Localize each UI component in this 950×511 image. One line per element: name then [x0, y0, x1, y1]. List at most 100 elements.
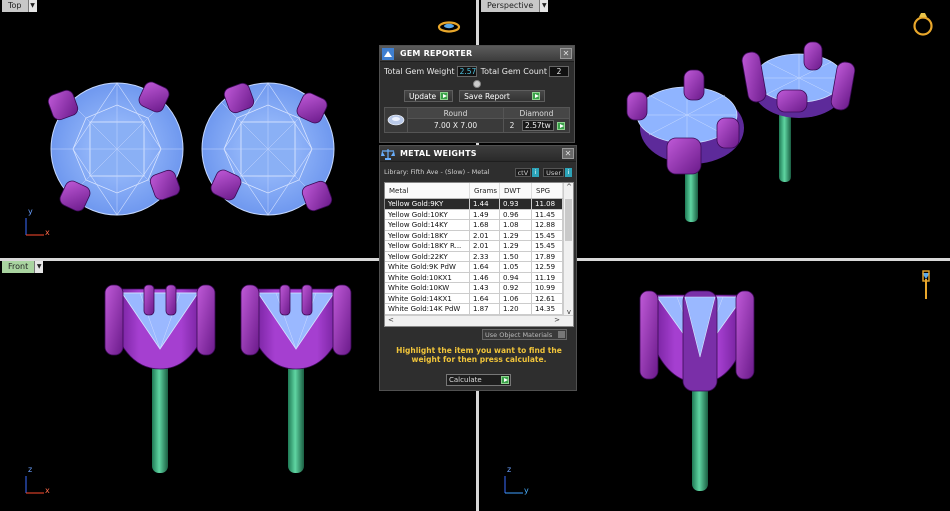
metal-name-cell: Yellow Gold:14KY: [385, 220, 470, 230]
calculate-button[interactable]: Calculate: [446, 374, 511, 386]
update-button[interactable]: Update: [404, 90, 454, 102]
axis-label-v: z: [28, 465, 33, 474]
column-header-dwt[interactable]: DWT: [500, 183, 532, 198]
scroll-right-icon[interactable]: >: [554, 316, 560, 324]
metal-weights-title: METAL WEIGHTS: [400, 149, 477, 158]
metal-weights-table[interactable]: Metal Grams DWT SPG Yellow Gold:9KY 1.44 0…: [384, 182, 574, 327]
table-row[interactable]: Yellow Gold:18KY 2.01 1.29 15.45: [385, 230, 573, 241]
perspective-ring-icon[interactable]: [913, 13, 933, 36]
total-gem-weight-label: Total Gem Weight: [384, 66, 455, 76]
use-object-materials-dropdown[interactable]: Use Object Materials: [482, 329, 567, 340]
ctv-toggle[interactable]: ctV i: [514, 167, 540, 177]
chevron-down-icon[interactable]: ▼: [27, 0, 37, 12]
save-report-button[interactable]: Save Report: [459, 90, 545, 102]
table-row[interactable]: White Gold:9K PdW 1.64 1.05 12.59: [385, 262, 573, 273]
gem-thumbnail: [385, 108, 408, 132]
metal-name-cell: White Gold:14KX1: [385, 293, 470, 303]
metal-name-cell: Yellow Gold:18KY: [385, 230, 470, 240]
grams-cell: 1.64: [470, 262, 500, 272]
gem-count-cell: 2: [509, 121, 515, 130]
spg-cell: 14.35: [532, 304, 563, 314]
gem-reporter-title: GEM REPORTER: [400, 49, 473, 58]
table-row[interactable]: Yellow Gold:14KY 1.68 1.08 12.88: [385, 220, 573, 231]
vertical-scrollbar[interactable]: ^ v: [563, 183, 573, 316]
dwt-cell: 1.08: [500, 220, 532, 230]
gem-weight-cell: 2.57tw: [521, 120, 554, 131]
gem-row-go-button[interactable]: [556, 121, 566, 131]
viewport-label-front[interactable]: Front ▼: [2, 261, 44, 273]
gem-type-header: Diamond: [503, 108, 569, 119]
total-gem-count-label: Total Gem Count: [480, 66, 548, 76]
grams-cell: 2.33: [470, 251, 500, 261]
viewport-name[interactable]: Front: [2, 261, 35, 273]
right-earring[interactable]: [639, 290, 755, 491]
top-view-ring-icon[interactable]: [437, 21, 461, 33]
info-icon[interactable]: i: [565, 167, 572, 177]
user-toggle[interactable]: User i: [543, 167, 572, 177]
perspective-earring-front[interactable]: [626, 69, 744, 222]
axis-label-v: z: [507, 465, 512, 474]
table-row[interactable]: Yellow Gold:10KY 1.49 0.96 11.45: [385, 209, 573, 220]
table-header: Metal Grams DWT SPG: [385, 183, 573, 199]
spg-cell: 11.45: [532, 209, 563, 219]
table-row[interactable]: Yellow Gold:22KY 2.33 1.50 17.89: [385, 251, 573, 262]
spg-cell: 15.45: [532, 230, 563, 240]
close-icon[interactable]: ✕: [560, 48, 572, 59]
right-view-earring-icon[interactable]: [922, 270, 930, 299]
table-row[interactable]: White Gold:10KX1 1.46 0.94 11.19: [385, 272, 573, 283]
spg-cell: 10.99: [532, 283, 563, 293]
spg-cell: 11.08: [532, 199, 563, 209]
gem-reporter-titlebar[interactable]: GEM REPORTER ✕: [380, 46, 574, 62]
table-row[interactable]: Yellow Gold:9KY 1.44 0.93 11.08: [385, 199, 573, 210]
column-header-spg[interactable]: SPG: [532, 183, 563, 198]
metal-weights-titlebar[interactable]: METAL WEIGHTS ✕: [380, 146, 576, 162]
horizontal-scrollbar[interactable]: < >: [385, 315, 573, 326]
close-icon[interactable]: ✕: [562, 148, 574, 159]
column-header-grams[interactable]: Grams: [470, 183, 500, 198]
gem-table[interactable]: Round 7.00 X 7.00 Diamond 2 2.57tw: [384, 107, 570, 133]
scroll-thumb[interactable]: [565, 199, 572, 241]
table-row[interactable]: Yellow Gold:18KY R... 2.01 1.29 15.45: [385, 241, 573, 252]
chevron-down-icon[interactable]: ▼: [539, 0, 549, 12]
panel-collapse-handle[interactable]: [380, 80, 574, 88]
viewport-label-top[interactable]: Top ▼: [2, 0, 37, 12]
gem-actions-row: Update Save Report: [380, 88, 574, 104]
front-earring-right[interactable]: [240, 284, 352, 473]
scale-icon: [380, 146, 396, 162]
axis-label-h: x: [45, 486, 50, 495]
table-row[interactable]: White Gold:14K PdW 1.87 1.20 14.35: [385, 304, 573, 315]
front-earring-left[interactable]: [104, 284, 216, 473]
viewport-label-perspective[interactable]: Perspective ▼: [481, 0, 549, 12]
scroll-up-icon[interactable]: ^: [564, 183, 573, 191]
dropdown-icon[interactable]: [558, 331, 565, 338]
dwt-cell: 1.29: [500, 230, 532, 240]
metal-name-cell: Yellow Gold:9KY: [385, 199, 470, 209]
viewport-name[interactable]: Top: [2, 0, 28, 12]
viewport-name[interactable]: Perspective: [481, 0, 540, 12]
column-header-metal[interactable]: Metal: [385, 183, 470, 198]
collapse-knob-icon[interactable]: [473, 80, 481, 88]
ctv-toggle-label: ctV: [514, 167, 532, 177]
dwt-cell: 1.50: [500, 251, 532, 261]
spg-cell: 11.19: [532, 272, 563, 282]
top-gem-left[interactable]: [46, 80, 184, 216]
perspective-earring-back[interactable]: [741, 41, 856, 182]
gem-type-column: Diamond 2 2.57tw: [503, 108, 569, 132]
info-icon[interactable]: i: [532, 167, 540, 177]
chevron-down-icon[interactable]: ▼: [34, 261, 44, 273]
metal-weights-panel: METAL WEIGHTS ✕ Library: Fifth Ave - (Sl…: [379, 145, 577, 391]
dwt-cell: 0.94: [500, 272, 532, 282]
grams-cell: 2.01: [470, 241, 500, 251]
top-gem-right[interactable]: [201, 81, 335, 216]
table-row[interactable]: White Gold:10KW 1.43 0.92 10.99: [385, 283, 573, 294]
dwt-cell: 0.93: [500, 199, 532, 209]
scroll-left-icon[interactable]: <: [388, 316, 394, 324]
save-report-label: Save Report: [464, 91, 510, 101]
grams-cell: 2.01: [470, 230, 500, 240]
dwt-cell: 0.92: [500, 283, 532, 293]
table-row[interactable]: White Gold:14KX1 1.64 1.06 12.61: [385, 293, 573, 304]
axis-triad-right: [504, 476, 523, 494]
use-object-materials-label: Use Object Materials: [485, 331, 553, 339]
gem-totals-row: Total Gem Weight 2.57 Total Gem Count 2: [380, 62, 574, 80]
axis-triad-top: [25, 218, 44, 236]
